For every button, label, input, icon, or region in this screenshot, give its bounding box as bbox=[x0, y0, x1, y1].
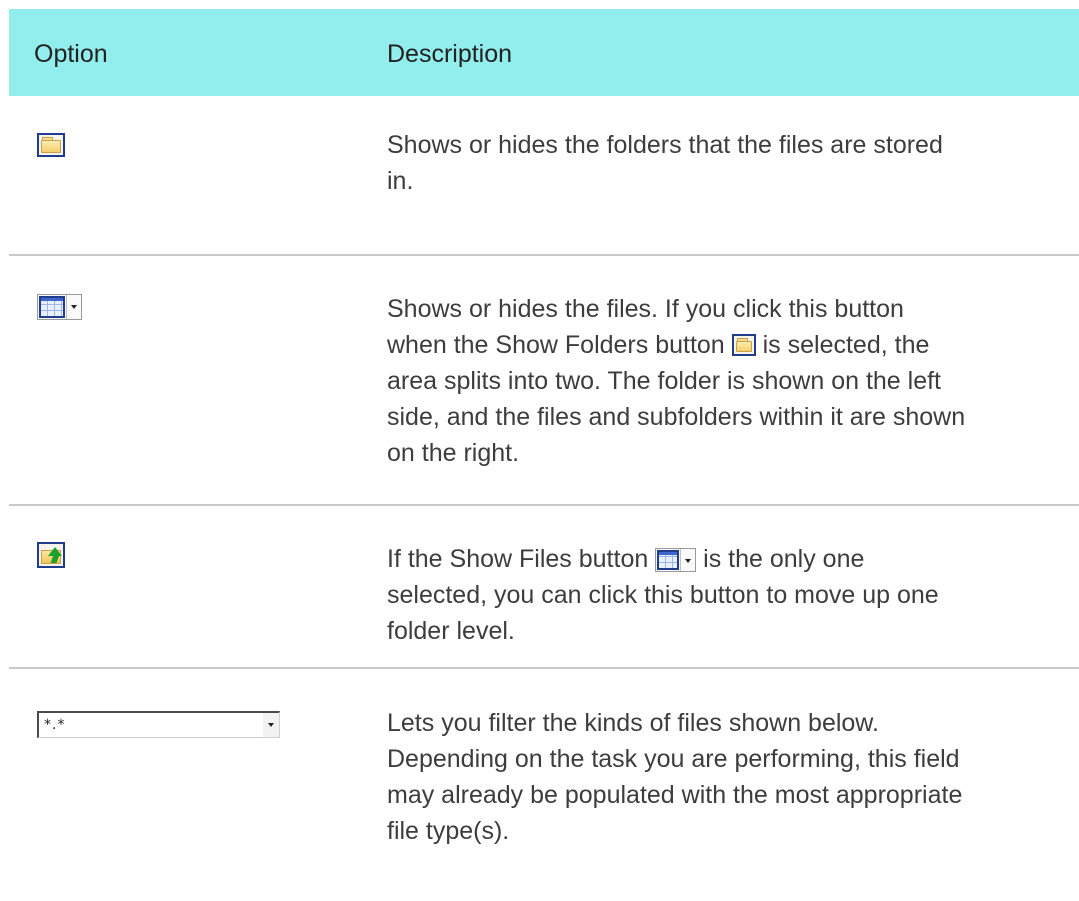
options-table: Option Description Shows or hides the fo… bbox=[9, 9, 1079, 879]
header-description: Description bbox=[387, 40, 513, 68]
show-files-icon bbox=[655, 548, 697, 572]
table-row: Shows or hides the files. If you click t… bbox=[9, 256, 1079, 506]
row-description: If the Show Files button is the only one… bbox=[387, 545, 939, 645]
chevron-down-icon[interactable] bbox=[263, 713, 279, 737]
folder-up-icon[interactable] bbox=[37, 542, 65, 568]
table-header: Option Description bbox=[9, 9, 1079, 96]
row-description: Shows or hides the folders that the file… bbox=[387, 131, 943, 195]
table-row: *.* Lets you filter the kinds of files s… bbox=[9, 669, 1079, 879]
chevron-down-icon bbox=[66, 295, 81, 319]
show-files-icon[interactable] bbox=[37, 294, 82, 320]
row-description: Shows or hides the files. If you click t… bbox=[387, 295, 966, 467]
file-filter-dropdown[interactable]: *.* bbox=[37, 711, 280, 738]
table-row: Shows or hides the folders that the file… bbox=[9, 96, 1079, 256]
table-row: If the Show Files button is the only one… bbox=[9, 506, 1079, 669]
row-description: Lets you filter the kinds of files shown… bbox=[387, 709, 963, 845]
filter-value: *.* bbox=[44, 717, 66, 733]
folder-icon bbox=[731, 334, 756, 356]
header-option: Option bbox=[34, 40, 108, 68]
show-folders-icon[interactable] bbox=[37, 133, 65, 157]
